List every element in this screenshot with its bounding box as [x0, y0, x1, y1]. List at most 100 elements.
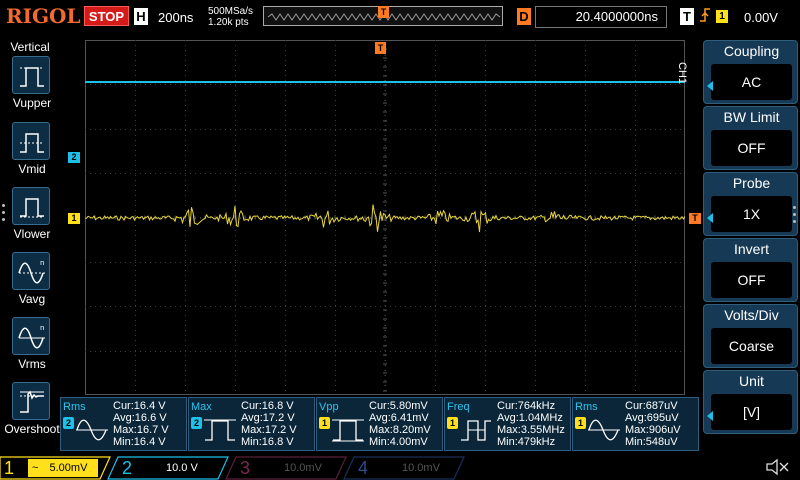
unit-arrow-icon — [707, 411, 713, 421]
acquisition-info: 500MSa/s 1.20k pts — [208, 6, 253, 28]
measure-name: Vpp — [319, 401, 339, 413]
oscilloscope-screen: RIGOL STOP H 200ns 500MSa/s 1.20k pts T … — [0, 0, 800, 480]
probe-title: Probe — [732, 175, 771, 191]
measure-stats: Cur:764kHz Avg:1.04MHz Max:3.55MHz Min:4… — [497, 400, 565, 448]
trigger-level-value[interactable]: 0.00V — [744, 10, 778, 25]
sample-rate: 500MSa/s — [208, 6, 254, 17]
menu-invert[interactable]: Invert OFF — [703, 238, 798, 302]
measure-name: Rms — [575, 401, 598, 413]
measure-stats: Cur:5.80mV Avg:6.41mV Max:8.20mV Min:4.0… — [369, 400, 431, 448]
trigger-edge-icon — [698, 7, 712, 26]
ch3-status[interactable]: 3 10.0mV — [236, 457, 346, 479]
vertical-measure-panel: Vertical Vupper Vmid Vlower n Vavg n Vrm… — [0, 36, 60, 454]
ch4-status[interactable]: 4 10.0mV — [354, 457, 464, 479]
vlower-label: Vlower — [13, 227, 51, 241]
ch1-status[interactable]: 1 ~ 5.00mV — [0, 457, 110, 479]
measure-box-freq-ch1[interactable]: Freq 1 Cur:764kHz Avg:1.04MHz Max:3.55MH… — [444, 397, 571, 451]
ch3-scale: 10.0mV — [284, 462, 322, 474]
ch1-offset-marker[interactable]: 1 — [68, 213, 80, 224]
trigger-position-marker[interactable]: T — [375, 42, 386, 54]
menu-bw-limit[interactable]: BW Limit OFF — [703, 106, 798, 170]
ch2-scale: 10.0 V — [166, 462, 198, 474]
vavg-button[interactable]: n — [12, 252, 50, 290]
measure-overshoot[interactable]: Overshoot — [0, 382, 62, 446]
rms-icon — [76, 419, 108, 441]
measure-stats: Cur:16.4 V Avg:16.6 V Max:16.7 V Min:16.… — [113, 400, 169, 448]
svg-text:n: n — [40, 324, 44, 332]
measure-vupper[interactable]: Vupper — [0, 56, 62, 120]
menu-coupling[interactable]: Coupling AC — [703, 40, 798, 104]
stat-cur: Cur:5.80mV — [369, 400, 428, 412]
measure-box-vpp-ch1[interactable]: Vpp 1 Cur:5.80mV Avg:6.41mV Max:8.20mV M… — [316, 397, 443, 451]
measure-vmid[interactable]: Vmid — [0, 122, 62, 186]
panel-title: Vertical — [10, 40, 50, 54]
probe-arrow-icon — [707, 213, 713, 223]
vavg-icon: n — [18, 259, 45, 284]
ch4-scale: 10.0mV — [402, 462, 440, 474]
vrms-button[interactable]: n — [12, 317, 50, 355]
channel-side-label: CH1 — [676, 62, 688, 85]
vupper-button[interactable] — [12, 56, 50, 94]
stat-min: Min:16.4 V — [113, 436, 166, 448]
stat-cur: Cur:764kHz — [497, 400, 556, 412]
graticule-grid — [85, 40, 685, 395]
menu-probe[interactable]: Probe 1X — [703, 172, 798, 236]
measure-box-max-ch2[interactable]: Max 2 Cur:16.8 V Avg:17.2 V Max:17.2 V M… — [188, 397, 315, 451]
ch2-offset-marker[interactable]: 2 — [68, 152, 80, 163]
vmid-icon — [20, 133, 44, 153]
menu-volts-div[interactable]: Volts/Div Coarse — [703, 304, 798, 368]
right-scroll-dots — [793, 206, 796, 227]
measure-box-rms-ch2[interactable]: Rms 2 Cur:16.4 V Avg:16.6 V Max:16.7 V M… — [60, 397, 187, 451]
measure-source: 2 — [63, 417, 74, 429]
unit-value: [V] — [711, 394, 792, 430]
rms-icon — [588, 419, 620, 441]
stat-cur: Cur:16.4 V — [113, 400, 166, 412]
invert-title: Invert — [733, 241, 769, 257]
stat-min: Min:4.00mV — [369, 436, 428, 448]
unit-title: Unit — [739, 373, 764, 389]
horizontal-badge: H — [134, 8, 148, 25]
overshoot-button[interactable] — [12, 382, 50, 420]
rigol-logo: RIGOL — [6, 4, 81, 28]
stat-cur: Cur:687uV — [625, 400, 678, 412]
vrms-label: Vrms — [18, 357, 46, 371]
measure-source: 1 — [575, 417, 586, 429]
vmid-button[interactable] — [12, 122, 50, 160]
vrms-icon: n — [18, 324, 45, 349]
ch2-status[interactable]: 2 10.0 V — [118, 457, 228, 479]
overshoot-icon — [20, 390, 44, 413]
ch4-number: 4 — [358, 458, 369, 478]
measure-box-rms-ch1[interactable]: Rms 1 Cur:687uV Avg:695uV Max:906uV Min:… — [572, 397, 699, 451]
vlower-button[interactable] — [12, 187, 50, 225]
stat-avg: Avg:695uV — [625, 412, 679, 424]
stat-max: Max:16.7 V — [113, 424, 169, 436]
stat-cur: Cur:16.8 V — [241, 400, 294, 412]
trigger-badge: T — [680, 8, 694, 25]
top-status-bar: RIGOL STOP H 200ns 500MSa/s 1.20k pts T … — [0, 0, 800, 36]
bw-limit-title: BW Limit — [723, 109, 780, 125]
invert-value: OFF — [711, 262, 792, 298]
volts-div-title: Volts/Div — [724, 307, 779, 323]
waveform-display[interactable] — [85, 40, 685, 395]
measure-source: 1 — [319, 417, 330, 429]
run-stop-button[interactable]: STOP — [84, 6, 129, 26]
horizontal-delay-value[interactable]: 20.4000000ns — [535, 6, 667, 28]
vavg-label: Vavg — [18, 292, 46, 306]
measure-vrms[interactable]: n Vrms — [0, 317, 62, 381]
measure-stats: Cur:687uV Avg:695uV Max:906uV Min:548uV — [625, 400, 681, 448]
timebase-value[interactable]: 200ns — [158, 10, 193, 25]
memory-depth: 1.20k pts — [208, 17, 249, 28]
delay-badge: D — [517, 8, 531, 25]
menu-unit[interactable]: Unit [V] — [703, 370, 798, 434]
overshoot-label: Overshoot — [4, 422, 60, 436]
measure-name: Freq — [447, 401, 470, 413]
coupling-arrow-icon — [707, 81, 713, 91]
measurement-bar: Rms 2 Cur:16.4 V Avg:16.6 V Max:16.7 V M… — [60, 397, 700, 453]
stat-min: Min:548uV — [625, 436, 678, 448]
stat-max: Max:3.55MHz — [497, 424, 565, 436]
probe-value: 1X — [711, 196, 792, 232]
trigger-level-marker[interactable]: T — [689, 213, 701, 224]
speaker-muted-icon[interactable] — [765, 458, 791, 476]
measure-vavg[interactable]: n Vavg — [0, 252, 62, 316]
measure-vlower[interactable]: Vlower — [0, 187, 62, 251]
